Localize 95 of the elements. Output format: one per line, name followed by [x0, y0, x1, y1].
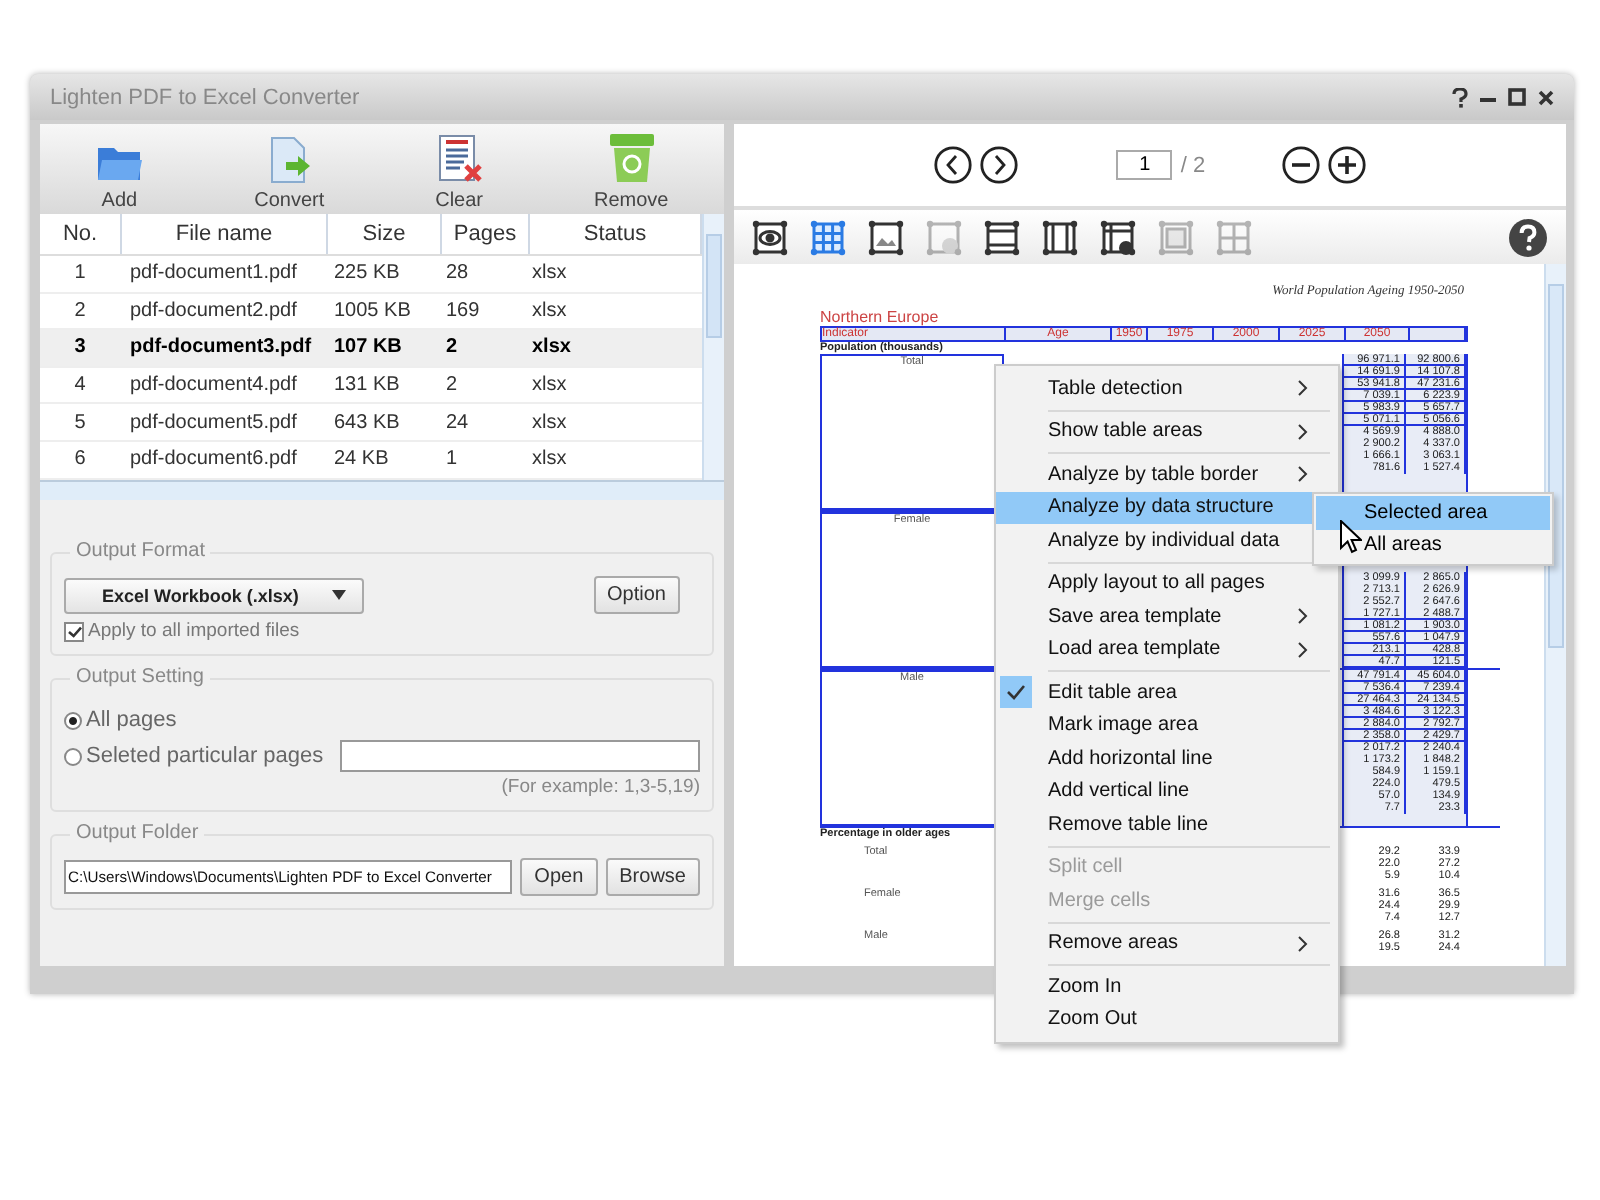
menu-item[interactable]: Zoom Out [996, 1003, 1338, 1036]
close-icon[interactable] [1538, 89, 1554, 105]
column-header[interactable]: No. [40, 214, 122, 254]
maximize-icon[interactable] [1508, 88, 1526, 106]
folder-button[interactable]: Browse [605, 858, 700, 896]
horizontal-scrollbar[interactable] [40, 480, 724, 500]
vertical-scrollbar[interactable] [702, 214, 724, 480]
table-tool-icon [808, 217, 848, 257]
file-row[interactable]: 4 pdf-document4.pdf 131 KB 2 xlsx [40, 367, 702, 405]
table-cell-text: 1 [444, 448, 460, 471]
chevron-right-icon [1298, 380, 1308, 397]
column-header[interactable]: Size [328, 214, 442, 254]
next-page-icon[interactable] [980, 146, 1019, 184]
table-cell-text: xlsx [530, 299, 569, 322]
table-cell-text: pdf-document2.pdf [128, 299, 299, 322]
file-row[interactable]: 3 pdf-document3.pdf 107 KB 2 xlsx [40, 330, 702, 368]
chevron-right-icon [1298, 423, 1308, 440]
table-cell-text: pdf-document6.pdf [128, 448, 299, 471]
help-icon[interactable] [1508, 217, 1548, 257]
table-cell-text: xlsx [530, 448, 569, 471]
previous-page-icon[interactable] [934, 146, 973, 184]
document-arrow-icon [265, 136, 314, 184]
trash-bin-icon [607, 132, 656, 184]
table-cell-text: 24 KB [332, 448, 391, 471]
toolbar-button[interactable]: Convert [230, 136, 349, 214]
column-tool-icon [1040, 217, 1080, 257]
table-cell-text: pdf-document5.pdf [128, 411, 299, 434]
zoom-in-icon[interactable] [1327, 146, 1366, 184]
table-cell-text: 4 [72, 374, 88, 397]
table-cell-text: 28 [444, 262, 471, 285]
page-option-radio[interactable]: Seleted particular pages [64, 744, 324, 768]
list-delete-icon [435, 134, 484, 184]
page-total: / 2 [1180, 153, 1206, 177]
table-cell-text: 131 KB [332, 374, 402, 397]
mouse-cursor-icon [1340, 520, 1362, 554]
toolbar-button[interactable]: Clear [411, 134, 508, 214]
check-icon [67, 625, 81, 637]
table-cell-text: pdf-document1.pdf [128, 262, 299, 285]
pages-input[interactable] [339, 740, 700, 772]
table-cell-text: 1005 KB [332, 299, 413, 322]
split-tool-icon [1214, 217, 1254, 257]
column-header[interactable]: File name [122, 214, 328, 254]
table-cell-text: pdf-document4.pdf [128, 374, 299, 397]
window-title: Lighten PDF to Excel Converter [50, 85, 360, 109]
table-cell-text: 2 [444, 336, 460, 359]
table-cell-text: 2 [72, 299, 88, 322]
remove-area-tool-icon [924, 217, 964, 257]
table-cell-text: 2 [444, 374, 460, 397]
row-tool-icon [982, 217, 1022, 257]
folder-button[interactable]: Open [520, 858, 598, 896]
submenu-item[interactable]: Selected area [1316, 496, 1550, 529]
table-cell-text: 1 [72, 262, 88, 285]
merge-tool-icon [1156, 217, 1196, 257]
toolbar-button[interactable]: Add [71, 144, 168, 214]
file-row[interactable]: 1 pdf-document1.pdf 225 KB 28 xlsx [40, 256, 702, 294]
table-cell-text: 6 [72, 448, 88, 471]
toolbar-button[interactable]: Remove [569, 132, 693, 214]
file-row[interactable]: 5 pdf-document5.pdf 643 KB 24 xlsx [40, 404, 702, 442]
submenu-item[interactable]: All areas [1316, 529, 1550, 562]
column-header[interactable]: Pages [442, 214, 530, 254]
table-cell-text: 3 [72, 336, 88, 359]
folder-icon [95, 144, 144, 184]
page-number-field[interactable]: 1 [1116, 150, 1173, 180]
table-cell-text: xlsx [530, 336, 573, 359]
remove-line-tool-icon [1098, 217, 1138, 257]
example-hint: (For example: 1,3-5,19) [499, 776, 700, 798]
vertical-scrollbar[interactable] [1544, 264, 1566, 966]
table-cell-text: xlsx [530, 411, 569, 434]
group-title: Output Folder [70, 822, 205, 844]
table-cell-text: 5 [72, 411, 88, 434]
caret-icon [332, 590, 346, 600]
group-title: Output Setting [70, 666, 210, 688]
table-cell-text: pdf-document3.pdf [128, 336, 314, 359]
option-button[interactable]: Option [593, 576, 680, 614]
check-icon [1006, 684, 1026, 700]
help-icon[interactable] [1452, 87, 1468, 107]
table-cell-text: xlsx [530, 374, 569, 397]
table-cell-text: 225 KB [332, 262, 402, 285]
table-cell-text: 107 KB [332, 336, 404, 359]
table-cell-text: 643 KB [332, 411, 402, 434]
page-option-radio[interactable]: All pages [64, 708, 177, 732]
chevron-right-icon [1298, 466, 1308, 483]
menu-item[interactable]: Zoom In [996, 970, 1338, 1003]
group-title: Output Format [70, 540, 211, 562]
apply-all-checkbox[interactable]: Apply to all imported files [64, 620, 700, 642]
table-cell-text: xlsx [530, 262, 569, 285]
menu-item[interactable]: Remove areas [996, 927, 1338, 960]
zoom-out-icon[interactable] [1281, 146, 1320, 184]
image-tool-icon [866, 217, 906, 257]
table-cell-text: 169 [444, 299, 482, 322]
format-dropdown[interactable]: Excel Workbook (.xlsx) [64, 577, 364, 613]
chevron-right-icon [1298, 935, 1308, 952]
table-cell-text: 24 [444, 411, 471, 434]
view-tool-icon [750, 217, 790, 257]
region-title: Northern Europe [820, 308, 941, 326]
